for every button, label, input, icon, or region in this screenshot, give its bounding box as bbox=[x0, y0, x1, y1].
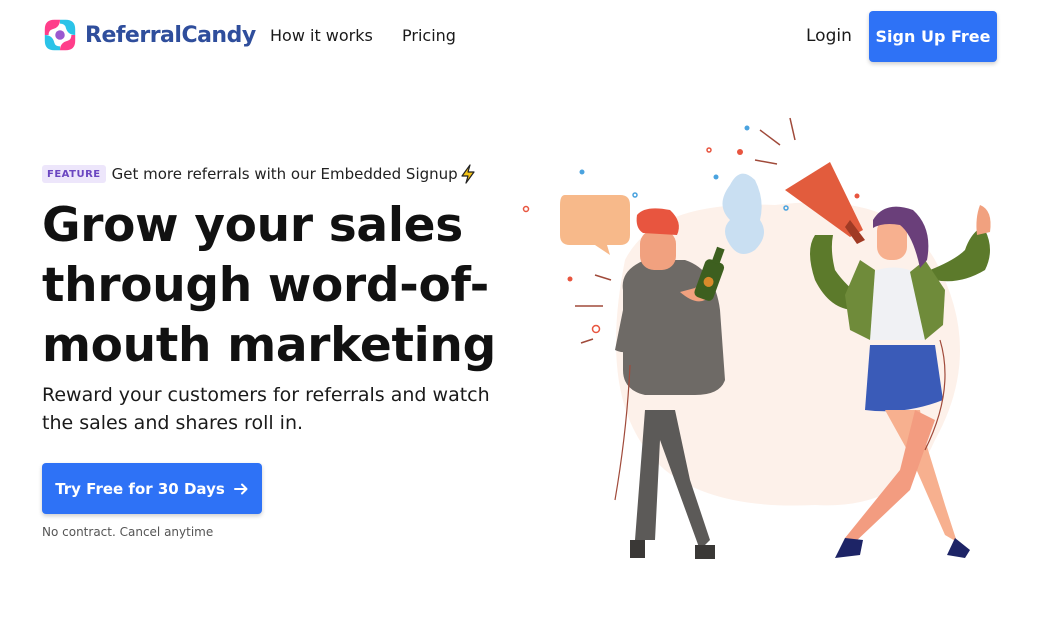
login-link[interactable]: Login bbox=[806, 26, 852, 46]
speech-bubble bbox=[560, 195, 630, 255]
sign-up-button[interactable]: Sign Up Free bbox=[869, 11, 997, 62]
brand-logo[interactable]: ReferralCandy bbox=[41, 16, 256, 54]
feature-text: Get more referrals with our Embedded Sig… bbox=[111, 165, 458, 183]
try-free-label: Try Free for 30 Days bbox=[55, 479, 225, 498]
referralcandy-logo-icon bbox=[44, 19, 76, 51]
try-free-button[interactable]: Try Free for 30 Days bbox=[42, 463, 262, 514]
lightning-bolt-icon bbox=[461, 164, 475, 184]
feature-announcement[interactable]: FEATURE Get more referrals with our Embe… bbox=[42, 164, 477, 184]
brand-name: ReferralCandy bbox=[85, 22, 256, 48]
nav-link-how-it-works[interactable]: How it works bbox=[270, 26, 373, 45]
nav-link-pricing[interactable]: Pricing bbox=[402, 26, 456, 45]
arrow-right-icon bbox=[233, 483, 248, 494]
hero-illustration bbox=[522, 117, 991, 559]
no-contract-note: No contract. Cancel anytime bbox=[42, 525, 214, 539]
top-navigation: ReferralCandy How it works Pricing Login… bbox=[0, 0, 1059, 72]
hero-headline: Grow your sales through word-of-mouth ma… bbox=[42, 198, 496, 373]
feature-badge: FEATURE bbox=[42, 165, 106, 183]
spray-cloud bbox=[722, 173, 764, 254]
hero-subheadline: Reward your customers for referrals and … bbox=[42, 384, 490, 434]
